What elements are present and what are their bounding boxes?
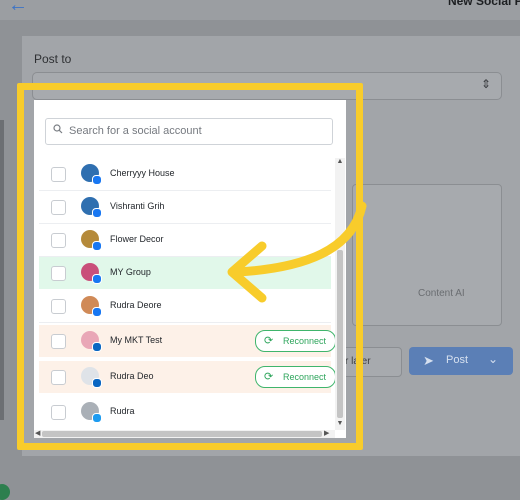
account-name: Rudra — [110, 406, 135, 416]
account-name: Rudra Deore — [110, 300, 162, 310]
list-item[interactable]: Vishranti Grih — [39, 191, 331, 224]
help-bubble[interactable] — [0, 484, 10, 500]
account-name: MY Group — [110, 267, 151, 277]
refresh-icon: ⟳ — [264, 335, 274, 347]
list-item[interactable]: Cherryyy House — [39, 158, 331, 191]
reconnect-label: Reconnect — [283, 372, 327, 382]
facebook-icon — [92, 307, 102, 317]
checkbox[interactable] — [51, 200, 66, 215]
checkbox[interactable] — [51, 266, 66, 281]
list-item[interactable]: Flower Decor — [39, 224, 331, 257]
checkbox[interactable] — [51, 167, 66, 182]
content-editor[interactable] — [352, 184, 502, 326]
post-button-label: Post — [446, 354, 469, 366]
select-arrows-icon: ⇕ — [480, 77, 491, 91]
list-item-selected[interactable]: MY Group — [39, 257, 331, 289]
reconnect-button[interactable]: ⟳ Reconnect — [255, 366, 336, 388]
checkbox[interactable] — [51, 299, 66, 314]
list-item[interactable]: Rudra — [39, 396, 331, 428]
chevron-down-icon[interactable]: ⌄ — [488, 352, 498, 366]
send-icon: ➤ — [423, 353, 434, 368]
refresh-icon: ⟳ — [264, 371, 274, 383]
account-name: Cherryyy House — [110, 168, 175, 178]
list-item[interactable]: Rudra Deore — [39, 290, 331, 323]
content-ai-button[interactable]: Content AI — [418, 288, 465, 299]
scroll-right-icon[interactable]: ▶ — [324, 429, 329, 437]
facebook-icon — [92, 241, 102, 251]
account-name: Vishranti Grih — [110, 201, 165, 211]
page-title: New Social Po — [447, 0, 520, 8]
account-list: Cherryyy House Vishranti Grih Flower Dec… — [34, 158, 336, 430]
scroll-left-icon[interactable]: ◀ — [35, 429, 40, 437]
left-edge-strip — [0, 120, 4, 420]
linkedin-icon — [92, 342, 102, 352]
scroll-down-icon[interactable]: ▼ — [335, 420, 345, 427]
scrollbar-thumb[interactable] — [337, 250, 343, 418]
facebook-icon — [92, 274, 102, 284]
checkbox[interactable] — [51, 370, 66, 385]
reconnect-label: Reconnect — [283, 336, 327, 346]
list-item-reconnect[interactable]: Rudra Deo ⟳ Reconnect — [39, 361, 336, 393]
facebook-icon — [92, 175, 102, 185]
horizontal-scrollbar-thumb[interactable] — [42, 431, 322, 437]
account-name: Flower Decor — [110, 234, 164, 244]
account-name: My MKT Test — [110, 335, 163, 345]
facebook-icon — [92, 208, 102, 218]
search-input[interactable]: Search for a social account — [45, 118, 333, 145]
account-name: Rudra Deo — [110, 371, 154, 381]
twitter-icon — [92, 413, 102, 423]
reconnect-button[interactable]: ⟳ Reconnect — [255, 330, 336, 352]
list-item-reconnect[interactable]: My MKT Test ⟳ Reconnect — [39, 325, 336, 357]
top-bar — [0, 0, 520, 20]
arrow-left-icon[interactable]: ← — [8, 0, 28, 17]
search-placeholder: Search for a social account — [69, 125, 202, 137]
account-dropdown: Search for a social account Search for a… — [34, 100, 346, 438]
search-icon — [53, 124, 63, 134]
checkbox[interactable] — [51, 233, 66, 248]
checkbox[interactable] — [51, 334, 66, 349]
linkedin-icon — [92, 378, 102, 388]
checkbox[interactable] — [51, 405, 66, 420]
post-to-label: Post to — [34, 52, 72, 66]
scroll-up-icon[interactable]: ▲ — [335, 158, 345, 165]
